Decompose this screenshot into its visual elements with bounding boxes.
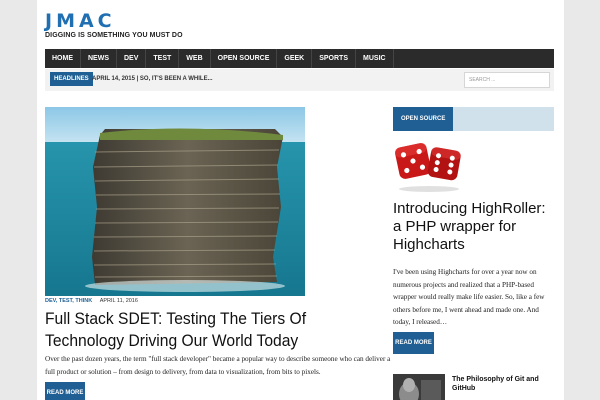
nav-item-home[interactable]: HOME (45, 49, 81, 68)
read-more-button[interactable]: READ MORE (45, 382, 85, 400)
headlines-badge: HEADLINES (50, 72, 93, 86)
sidebar-category-badge[interactable]: OPEN SOURCE (393, 107, 454, 131)
nav-item-geek[interactable]: GEEK (277, 49, 313, 68)
site-logo[interactable]: JMAC (45, 10, 116, 32)
main-nav: HOME NEWS DEV TEST WEB OPEN SOURCE GEEK … (45, 49, 554, 68)
nav-item-test[interactable]: TEST (146, 49, 180, 68)
nav-item-dev[interactable]: DEV (117, 49, 147, 68)
featured-image-dice[interactable] (393, 137, 465, 195)
page: JMAC DIGGING IS SOMETHING YOU MUST DO HO… (37, 0, 564, 400)
sidebar-post-title[interactable]: The Philosophy of Git and GitHub (452, 375, 557, 393)
nav-item-news[interactable]: NEWS (81, 49, 117, 68)
post-excerpt: Over the past dozen years, the term "ful… (45, 355, 391, 376)
headlines-bar: HEADLINES APRIL 14, 2015 | SO, IT'S BEEN… (45, 69, 554, 91)
nav-item-open-source[interactable]: OPEN SOURCE (211, 49, 278, 68)
post-categories[interactable]: DEV, TEST, THINK (45, 298, 92, 304)
nav-item-sports[interactable]: SPORTS (312, 49, 357, 68)
sidebar-featured-excerpt: I've been using Highcharts for over a ye… (393, 268, 545, 326)
post-date: APRIL 11, 2016 (99, 298, 138, 304)
headlines-ticker-link[interactable]: APRIL 14, 2015 | SO, IT'S BEEN A WHILE..… (92, 72, 213, 86)
nav-item-web[interactable]: WEB (179, 49, 211, 68)
post-meta: DEV, TEST, THINK APRIL 11, 2016 (45, 298, 138, 304)
featured-image-sea-stack[interactable] (45, 107, 305, 296)
sidebar-featured-title[interactable]: Introducing HighRoller: a PHP wrapper fo… (393, 200, 554, 254)
post-title[interactable]: Full Stack SDET: Testing The Tiers Of Te… (45, 308, 349, 352)
search-input[interactable]: SEARCH ... (464, 72, 550, 88)
sidebar-section-header: OPEN SOURCE (393, 107, 554, 131)
sidebar-post-thumbnail[interactable] (393, 374, 445, 400)
site-tagline: DIGGING IS SOMETHING YOU MUST DO (45, 32, 183, 39)
nav-item-music[interactable]: MUSIC (356, 49, 394, 68)
sidebar-read-more-button[interactable]: READ MORE (393, 332, 434, 354)
